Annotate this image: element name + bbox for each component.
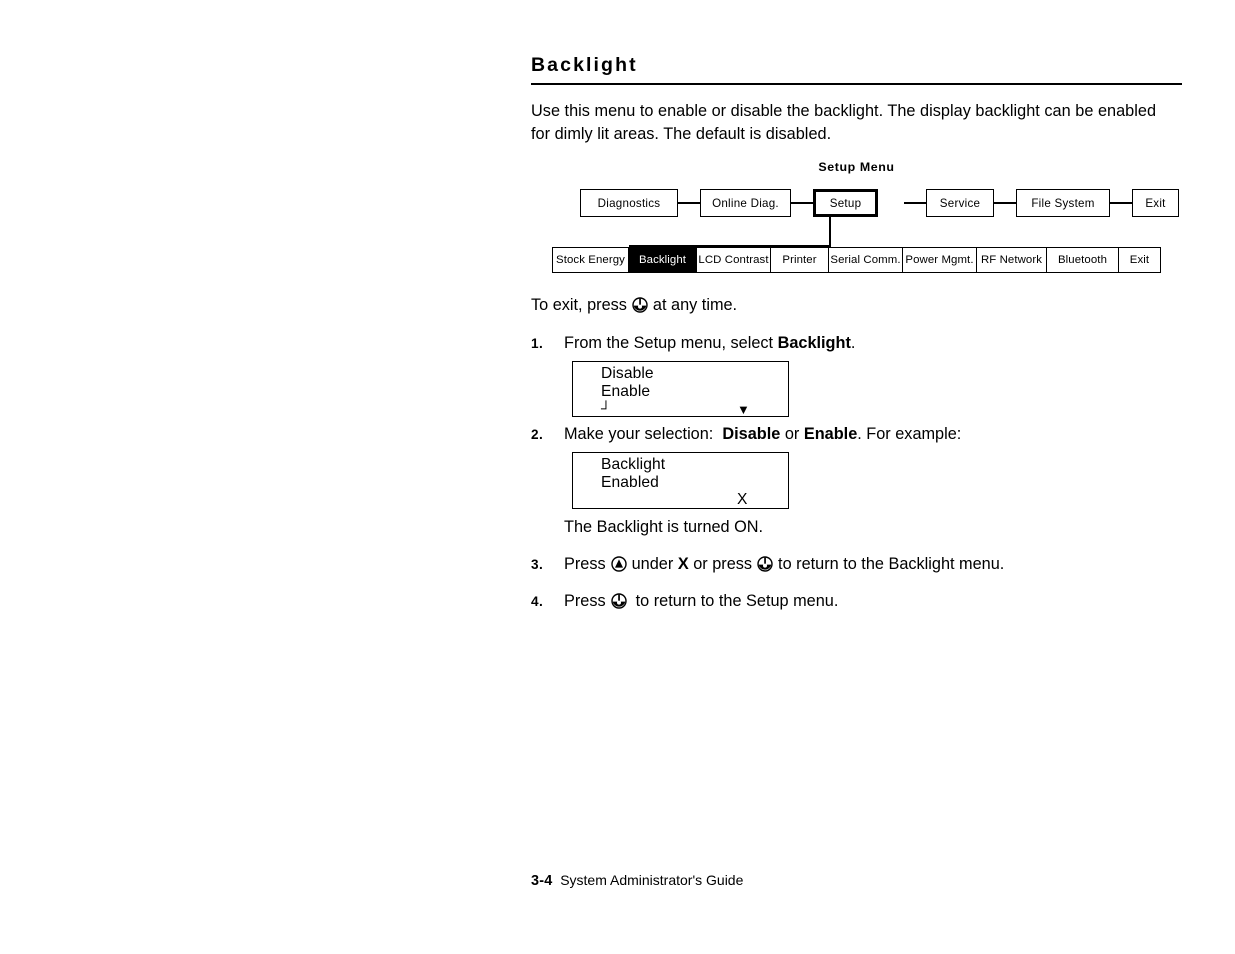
menu-item-label: Online Diag. [712, 196, 779, 210]
escape-key-icon [632, 297, 648, 313]
submenu-item-label: Exit [1129, 254, 1150, 266]
page-footer: 3-4 System Administrator's Guide [531, 871, 743, 891]
step-3-text-after: to return to the Backlight menu. [778, 555, 1005, 573]
submenu-item-label: Bluetooth [1057, 254, 1108, 266]
escape-key-icon [610, 593, 627, 609]
step-2-text: Make your selection: Disable or Enable. … [564, 423, 1164, 445]
exit-note: To exit, press at any time. [531, 294, 737, 316]
submenu-item-label: Printer [782, 254, 817, 266]
step-4-number: 4. [531, 594, 544, 609]
lcd2-softkey-x: X [737, 491, 748, 508]
connector [678, 202, 700, 205]
submenu-item-bluetooth[interactable]: Bluetooth [1046, 247, 1118, 273]
lcd2-caption: The Backlight is turned ON. [564, 518, 764, 536]
step-3-text: Press under X or press to return to the … [564, 553, 1004, 575]
footer-title: System Administrator's Guide [560, 872, 744, 888]
connector [994, 202, 1016, 205]
menu-item-setup[interactable]: Setup [813, 189, 878, 217]
menu-item-label: File System [1031, 196, 1095, 210]
step-2-bold-enable: Enable [803, 425, 858, 443]
document-page: Backlight Use this menu to enable or dis… [531, 0, 1182, 954]
step-1-text-before: From the Setup menu, select [564, 334, 774, 352]
step-1-text-after: . [850, 334, 856, 352]
lcd-display-2: Backlight Enabled X [572, 452, 789, 509]
step-2-text-mid: or [784, 425, 800, 443]
menu-item-exit[interactable]: Exit [1132, 189, 1179, 217]
menu-item-label: Setup [829, 196, 862, 210]
step-2-number: 2. [531, 427, 544, 442]
submenu-item-label: Serial Comm. [830, 254, 901, 266]
menu-item-online-diag[interactable]: Online Diag. [700, 189, 791, 217]
step-2-text-before: Make your selection: [564, 425, 714, 443]
step-3-text-mid2: or press [693, 555, 753, 573]
menu-item-service[interactable]: Service [926, 189, 994, 217]
exit-note-before: To exit, press [531, 296, 627, 314]
submenu-item-serial-comm[interactable]: Serial Comm. [828, 247, 902, 273]
submenu-item-label: LCD Contrast [698, 254, 769, 266]
submenu-item-printer[interactable]: Printer [770, 247, 828, 273]
setup-menu-diagram: Setup Menu Diagnostics Online Diag. Setu… [531, 158, 1182, 283]
escape-key-icon [757, 556, 773, 572]
connector [904, 202, 926, 205]
menu-item-label: Diagnostics [597, 196, 661, 210]
menu-item-file-system[interactable]: File System [1016, 189, 1110, 217]
step-1-bold: Backlight [777, 334, 851, 352]
heading-divider [531, 83, 1182, 85]
step-4-text-before: Press [564, 592, 606, 610]
lcd2-line-2: Enabled [601, 474, 659, 491]
footer-page-number: 3-4 [531, 873, 553, 889]
menu-item-label: Service [939, 196, 981, 210]
intro-paragraph: Use this menu to enable or disable the b… [531, 102, 1157, 143]
lcd2-line-1: Backlight [601, 456, 666, 473]
step-2-text-after: . For example: [857, 425, 962, 443]
connector [1110, 202, 1132, 205]
submenu-item-power-mgmt[interactable]: Power Mgmt. [902, 247, 976, 273]
diagram-title: Setup Menu [818, 160, 895, 174]
step-3-bold-x: X [677, 555, 689, 573]
lcd1-enter-symbol: ┘ [601, 400, 612, 416]
exit-note-after: at any time. [652, 296, 738, 314]
submenu-item-backlight[interactable]: Backlight [628, 247, 696, 273]
circled-up-arrow-icon [610, 556, 627, 572]
step-3-text-mid: under [631, 555, 674, 573]
submenu-item-label: Power Mgmt. [905, 254, 974, 266]
submenu-item-lcd-contrast[interactable]: LCD Contrast [696, 247, 770, 273]
lcd1-down-arrow-icon: ▼ [737, 402, 750, 417]
submenu-item-exit[interactable]: Exit [1118, 247, 1161, 273]
step-2-bold-disable: Disable [722, 425, 781, 443]
connector [791, 202, 813, 205]
submenu-item-label: Stock Energy [556, 254, 625, 266]
submenu-item-stock-energy[interactable]: Stock Energy [552, 247, 628, 273]
lcd-display-1: Disable Enable ┘ ▼ [572, 361, 789, 417]
menu-item-label: Exit [1145, 196, 1166, 210]
submenu-item-label: Backlight [638, 254, 687, 266]
menu-item-diagnostics[interactable]: Diagnostics [580, 189, 678, 217]
menu-bottom-row: Stock Energy Backlight LCD Contrast Prin… [552, 247, 1161, 273]
connector-vertical [829, 217, 832, 247]
step-3-text-before: Press [564, 555, 606, 573]
page-title: Backlight [531, 54, 638, 76]
step-1-text: From the Setup menu, select Backlight. [564, 332, 1124, 354]
submenu-item-rf-network[interactable]: RF Network [976, 247, 1046, 273]
step-3-number: 3. [531, 557, 544, 572]
step-1-number: 1. [531, 336, 544, 351]
step-4-text-after: to return to the Setup menu. [635, 592, 839, 610]
step-4-text: Press to return to the Setup menu. [564, 590, 838, 612]
submenu-item-label: RF Network [980, 254, 1043, 266]
lcd1-line-1: Disable [601, 365, 654, 382]
